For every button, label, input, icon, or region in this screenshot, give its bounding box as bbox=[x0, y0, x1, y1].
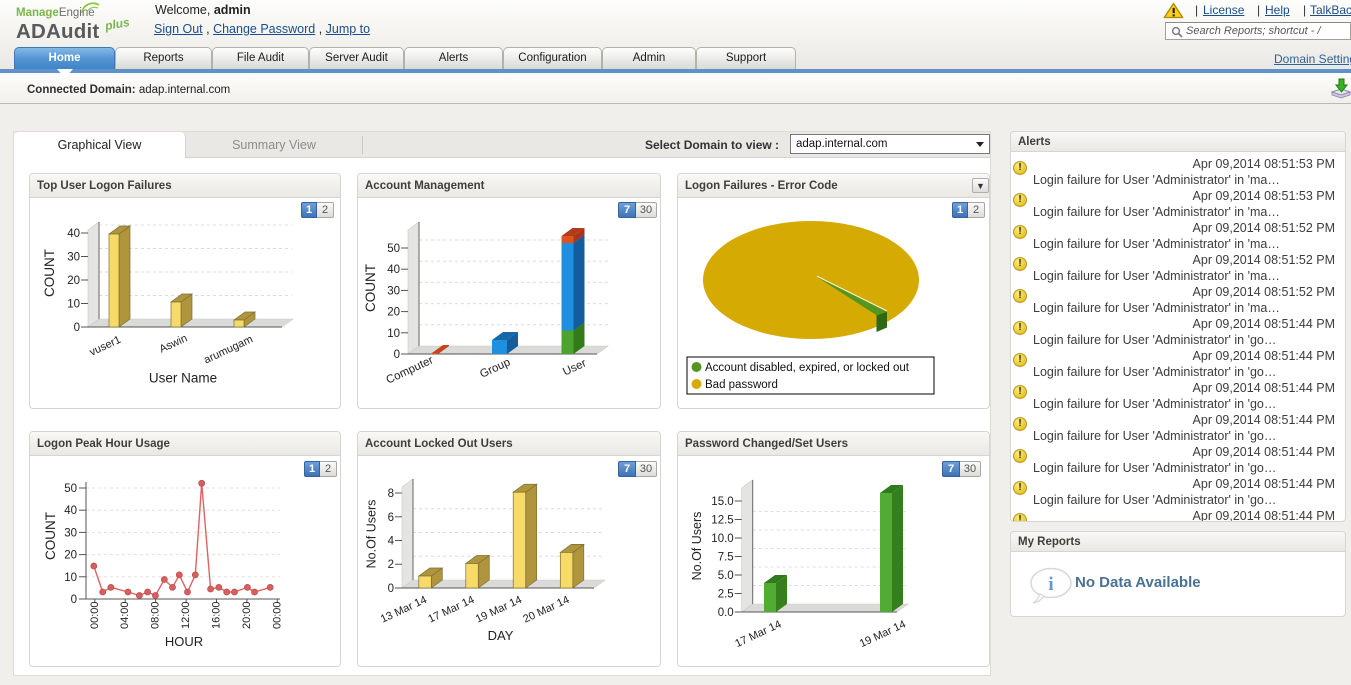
svg-text:16:00: 16:00 bbox=[211, 601, 223, 629]
svg-text:Group: Group bbox=[478, 356, 512, 380]
svg-text:12.5: 12.5 bbox=[711, 515, 733, 527]
svg-text:30: 30 bbox=[64, 527, 77, 539]
svg-text:17 Mar 14: 17 Mar 14 bbox=[426, 594, 476, 626]
svg-text:8: 8 bbox=[388, 488, 394, 500]
svg-text:2.5: 2.5 bbox=[718, 589, 734, 601]
svg-text:15.0: 15.0 bbox=[711, 496, 733, 508]
svg-text:2: 2 bbox=[388, 559, 394, 571]
svg-text:0: 0 bbox=[388, 583, 394, 595]
svg-text:User Name: User Name bbox=[149, 371, 217, 386]
svg-text:10: 10 bbox=[387, 328, 400, 340]
svg-text:08:00: 08:00 bbox=[150, 601, 162, 629]
svg-text:0: 0 bbox=[74, 322, 80, 334]
svg-text:00:00: 00:00 bbox=[271, 601, 283, 629]
svg-text:User: User bbox=[561, 357, 588, 378]
svg-text:50: 50 bbox=[64, 483, 77, 495]
svg-text:40: 40 bbox=[387, 264, 400, 276]
svg-text:COUNT: COUNT bbox=[43, 512, 58, 560]
svg-text:0: 0 bbox=[394, 349, 400, 361]
svg-text:7.5: 7.5 bbox=[718, 552, 734, 564]
svg-text:arumugam: arumugam bbox=[202, 333, 255, 366]
svg-text:No.Of Users: No.Of Users bbox=[690, 512, 704, 581]
svg-text:40: 40 bbox=[67, 228, 80, 240]
svg-text:4: 4 bbox=[388, 536, 395, 548]
svg-text:COUNT: COUNT bbox=[42, 249, 57, 297]
svg-text:10: 10 bbox=[64, 572, 77, 584]
svg-text:04:00: 04:00 bbox=[119, 601, 131, 629]
svg-text:5.0: 5.0 bbox=[718, 570, 734, 582]
svg-text:20 Mar 14: 20 Mar 14 bbox=[521, 594, 571, 626]
svg-text:i: i bbox=[1048, 574, 1053, 595]
svg-text:20: 20 bbox=[67, 275, 80, 287]
svg-text:Account disabled, expired, or: Account disabled, expired, or locked out bbox=[705, 362, 910, 374]
svg-text:20: 20 bbox=[387, 307, 400, 319]
svg-text:HOUR: HOUR bbox=[165, 634, 203, 649]
svg-text:19 Mar 14: 19 Mar 14 bbox=[474, 594, 524, 626]
svg-text:6: 6 bbox=[388, 512, 394, 524]
svg-text:13 Mar 14: 13 Mar 14 bbox=[379, 594, 429, 626]
svg-text:19 Mar 14: 19 Mar 14 bbox=[858, 618, 908, 650]
svg-text:Computer: Computer bbox=[384, 354, 435, 386]
svg-text:17 Mar 14: 17 Mar 14 bbox=[733, 618, 783, 650]
svg-text:COUNT: COUNT bbox=[363, 264, 378, 312]
svg-text:0.0: 0.0 bbox=[718, 607, 734, 619]
svg-text:20: 20 bbox=[64, 550, 77, 562]
svg-text:No.Of Users: No.Of Users bbox=[365, 500, 379, 569]
svg-text:20:00: 20:00 bbox=[241, 601, 253, 629]
svg-text:10: 10 bbox=[67, 299, 80, 311]
svg-text:40: 40 bbox=[64, 505, 77, 517]
svg-text:vuser1: vuser1 bbox=[88, 334, 123, 359]
svg-text:Bad password: Bad password bbox=[705, 379, 778, 391]
svg-text:50: 50 bbox=[387, 243, 400, 255]
svg-text:00:00: 00:00 bbox=[89, 601, 101, 629]
svg-text:30: 30 bbox=[67, 252, 80, 264]
svg-text:DAY: DAY bbox=[488, 628, 514, 643]
svg-text:0: 0 bbox=[71, 594, 77, 606]
svg-text:10.0: 10.0 bbox=[711, 533, 733, 545]
svg-text:Aswin: Aswin bbox=[158, 332, 190, 355]
svg-text:12:00: 12:00 bbox=[180, 601, 192, 629]
svg-text:30: 30 bbox=[387, 285, 400, 297]
